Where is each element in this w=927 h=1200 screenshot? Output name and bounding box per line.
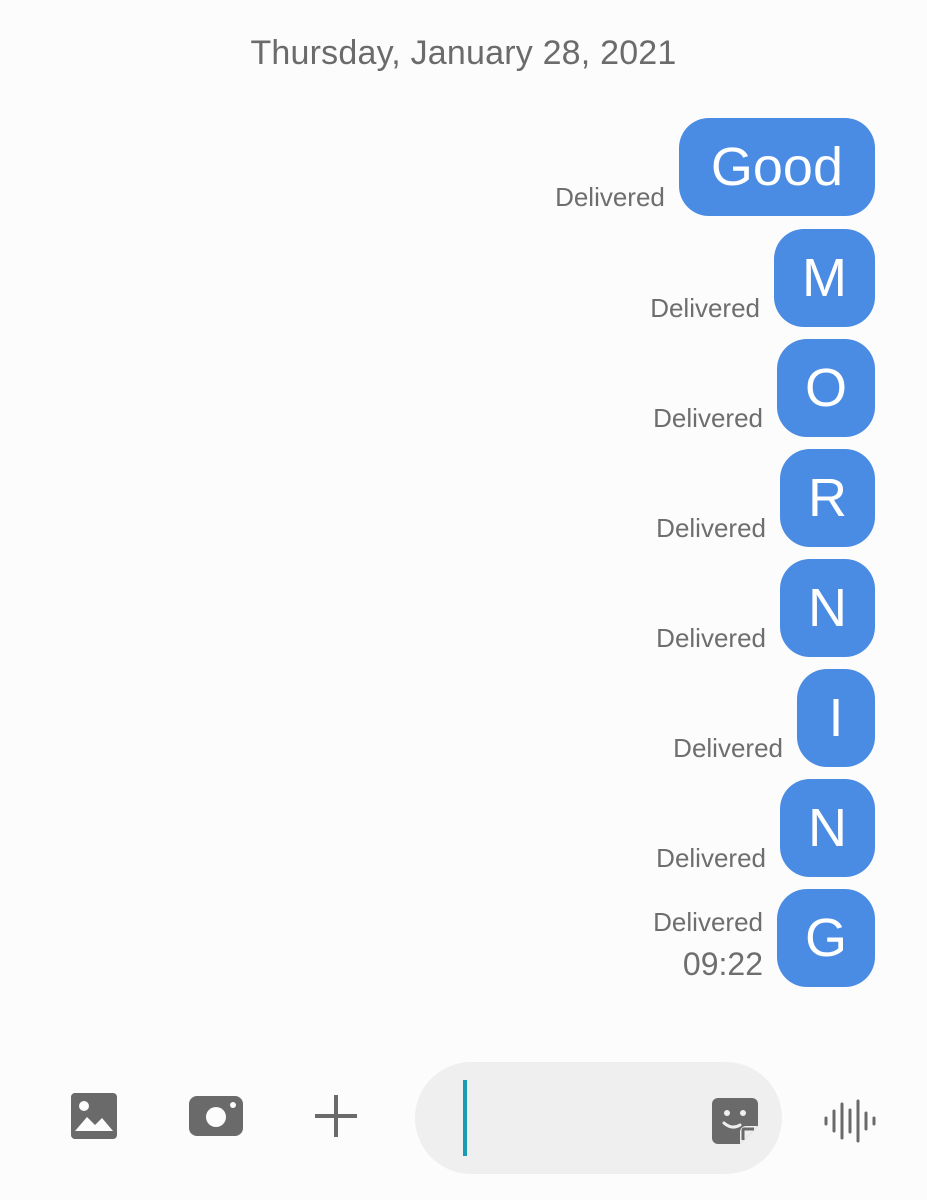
plus-icon bbox=[315, 1095, 357, 1137]
delivery-status: Delivered bbox=[656, 623, 766, 653]
message-meta: Delivered bbox=[656, 513, 766, 547]
message-time: 09:22 bbox=[682, 946, 763, 982]
message-meta: Delivered bbox=[555, 182, 665, 216]
message-bubble[interactable]: I bbox=[797, 669, 875, 767]
text-caret bbox=[463, 1080, 467, 1156]
gallery-button[interactable] bbox=[64, 1086, 124, 1146]
delivery-status: Delivered bbox=[653, 403, 763, 433]
camera-icon bbox=[189, 1096, 243, 1136]
message-row: Delivered N bbox=[656, 559, 875, 657]
add-attachment-button[interactable] bbox=[306, 1086, 366, 1146]
message-row: Delivered N bbox=[656, 779, 875, 877]
message-row: Delivered 09:22 G bbox=[653, 889, 875, 987]
image-icon bbox=[71, 1093, 117, 1139]
message-meta: Delivered bbox=[656, 843, 766, 877]
message-bubble[interactable]: N bbox=[780, 779, 875, 877]
delivery-status: Delivered bbox=[650, 293, 761, 323]
message-row: Delivered I bbox=[673, 669, 875, 767]
message-bubble[interactable]: O bbox=[776, 339, 875, 437]
camera-button[interactable] bbox=[186, 1086, 246, 1146]
message-meta: Delivered bbox=[656, 623, 766, 657]
message-meta: Delivered bbox=[673, 733, 783, 767]
voice-record-button[interactable] bbox=[818, 1096, 878, 1146]
message-bubble[interactable]: M bbox=[774, 229, 875, 327]
message-bubble[interactable]: G bbox=[776, 889, 875, 987]
message-row: Delivered O bbox=[653, 339, 875, 437]
compose-toolbar bbox=[0, 1062, 927, 1174]
delivery-status: Delivered bbox=[673, 733, 783, 763]
delivery-status: Delivered bbox=[656, 843, 766, 873]
message-row: Delivered R bbox=[656, 449, 875, 547]
message-meta: Delivered bbox=[650, 293, 760, 327]
sticker-button[interactable] bbox=[710, 1096, 760, 1146]
sticker-icon bbox=[712, 1098, 758, 1144]
voice-icon bbox=[824, 1099, 876, 1143]
message-bubble[interactable]: Good bbox=[678, 118, 875, 216]
delivery-status: Delivered bbox=[555, 182, 665, 212]
message-bubble[interactable]: N bbox=[780, 559, 875, 657]
message-input[interactable] bbox=[415, 1062, 782, 1174]
message-row: Delivered Good bbox=[555, 118, 875, 216]
message-row: Delivered M bbox=[650, 229, 875, 327]
delivery-status: Delivered bbox=[656, 513, 766, 543]
message-meta: Delivered bbox=[653, 403, 763, 437]
date-header: Thursday, January 28, 2021 bbox=[250, 34, 677, 72]
message-bubble[interactable]: R bbox=[780, 449, 875, 547]
delivery-status: Delivered bbox=[653, 907, 763, 937]
message-meta: Delivered 09:22 bbox=[653, 907, 763, 987]
